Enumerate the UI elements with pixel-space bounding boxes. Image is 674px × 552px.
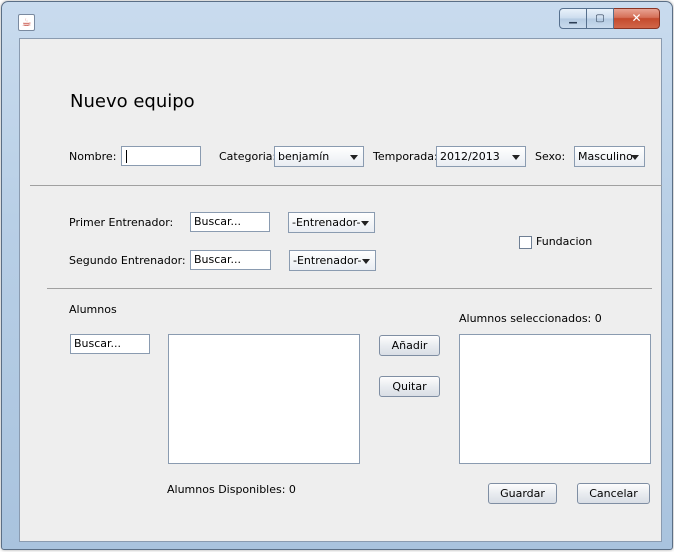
maximize-button[interactable]: ▢ [587, 8, 614, 29]
cancel-button[interactable]: Cancelar [577, 483, 650, 504]
segundo-entrenador-search-input[interactable]: Buscar... [190, 250, 271, 270]
temporada-select[interactable]: 2012/2013 [436, 146, 526, 167]
categoria-select[interactable]: benjamín [274, 146, 364, 167]
primer-entrenador-label: Primer Entrenador: [69, 216, 174, 229]
separator [30, 185, 662, 186]
segundo-entrenador-label: Segundo Entrenador: [69, 254, 186, 267]
temporada-value: 2012/2013 [440, 150, 500, 163]
segundo-entrenador-value: -Entrenador- [293, 254, 362, 267]
sexo-value: Masculino [578, 150, 633, 163]
fundacion-label: Fundacion [536, 235, 593, 248]
alumnos-section-label: Alumnos [69, 303, 117, 316]
categoria-value: benjamín [278, 150, 330, 163]
alumnos-seleccionados-list[interactable] [459, 334, 651, 464]
alumnos-seleccionados-label: Alumnos seleccionados: 0 [459, 312, 602, 325]
alumnos-disponibles-label: Alumnos Disponibles: 0 [167, 483, 296, 496]
fundacion-checkbox[interactable] [519, 236, 532, 249]
title-bar[interactable]: ☕ ▁ ▢ ✕ [2, 2, 672, 32]
temporada-label: Temporada: [373, 150, 438, 163]
text-caret [126, 149, 127, 163]
page-title: Nuevo equipo [70, 91, 195, 112]
sexo-select[interactable]: Masculino [574, 146, 645, 167]
primer-entrenador-search-input[interactable]: Buscar... [190, 212, 270, 232]
sexo-label: Sexo: [535, 150, 566, 163]
chevron-down-icon [512, 155, 520, 160]
chevron-down-icon [350, 155, 358, 160]
nombre-label: Nombre: [69, 150, 117, 163]
alumnos-search-input[interactable]: Buscar... [70, 334, 150, 354]
primer-entrenador-value: -Entrenador- [292, 216, 361, 229]
chevron-down-icon [361, 221, 369, 226]
chevron-down-icon [362, 259, 370, 264]
minimize-button[interactable]: ▁ [559, 8, 587, 29]
save-button[interactable]: Guardar [488, 483, 557, 504]
close-button[interactable]: ✕ [614, 8, 660, 29]
segundo-entrenador-select[interactable]: -Entrenador- [289, 250, 376, 271]
chevron-down-icon [631, 155, 639, 160]
separator [47, 288, 652, 289]
primer-entrenador-select[interactable]: -Entrenador- [288, 212, 375, 233]
java-cup-icon[interactable]: ☕ [18, 14, 35, 31]
application-window: ☕ ▁ ▢ ✕ Nuevo equipo Nombre: Categoria: … [1, 1, 673, 550]
nombre-input[interactable] [121, 146, 201, 166]
categoria-label: Categoria: [219, 150, 277, 163]
form-panel: Nuevo equipo Nombre: Categoria: benjamín… [19, 38, 662, 542]
add-alumno-button[interactable]: Añadir [379, 335, 440, 356]
alumnos-disponibles-list[interactable] [168, 334, 360, 464]
remove-alumno-button[interactable]: Quitar [379, 376, 440, 397]
